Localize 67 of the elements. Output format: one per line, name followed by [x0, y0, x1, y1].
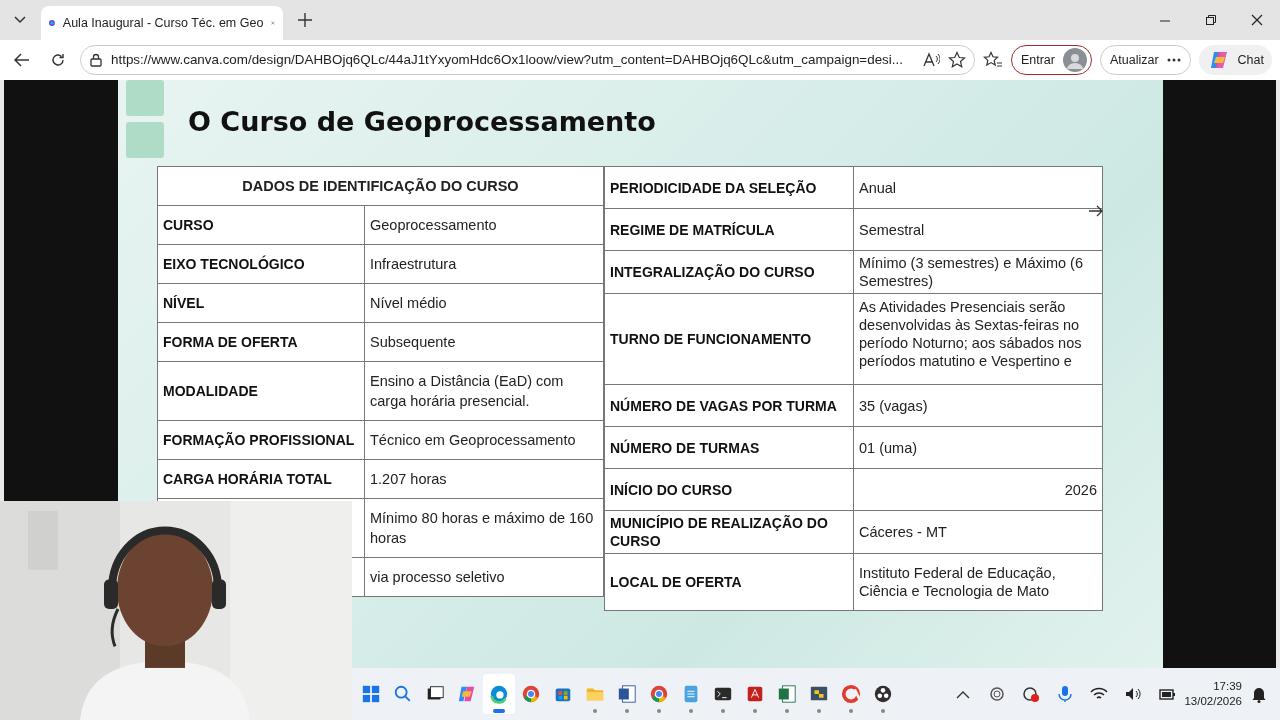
spreadsheet-icon: [777, 683, 797, 705]
table-cell: Semestral: [853, 208, 1103, 251]
row-label: MODALIDADE: [157, 361, 365, 421]
row-label: EIXO TECNOLÓGICO: [157, 244, 365, 284]
row-label: FORMA DE OFERTA: [157, 322, 365, 362]
record-icon[interactable]: [1022, 685, 1041, 703]
clock-time[interactable]: 17:39: [1184, 679, 1242, 694]
notification-bell-icon[interactable]: [1250, 685, 1268, 703]
row-label: LOCAL DE OFERTA: [604, 553, 854, 611]
dots-logo-icon: [873, 683, 893, 705]
table-heading: DADOS DE IDENTIFICAÇÃO DO CURSO: [157, 166, 604, 206]
table-cell: Ensino a Distância (EaD) com carga horária presencial.: [364, 361, 604, 421]
slide-title: O Curso de Geoprocessamento: [188, 105, 656, 139]
table-cell: Anual: [853, 166, 1103, 209]
read-aloud-icon[interactable]: [921, 52, 940, 68]
row-label: TURNO DE FUNCIONAMENTO: [604, 293, 854, 385]
table-cell: Geoprocessamento: [364, 205, 604, 245]
row-label: INTEGRALIZAÇÃO DO CURSO: [604, 250, 854, 294]
close-icon: [1251, 14, 1263, 26]
row-label: NÚMERO DE TURMAS: [604, 426, 854, 469]
table-cell: 01 (uma): [853, 426, 1103, 469]
row-label: NÚMERO DE VAGAS POR TURMA: [604, 384, 854, 427]
table-cell: via processo seletivo: [364, 557, 604, 597]
row-label: PERIODICIDADE DA SELEÇÃO: [604, 166, 854, 209]
table-cell: 2026: [853, 468, 1103, 511]
row-label: FORMAÇÃO PROFISSIONAL: [157, 420, 365, 460]
table-cell: Cáceres - MT: [853, 510, 1103, 554]
ring-icon[interactable]: [988, 685, 1007, 703]
row-label: INÍCIO DO CURSO: [604, 468, 854, 511]
table-cell: Infraestrutura: [364, 244, 604, 284]
table-cell: 35 (vagas): [853, 384, 1103, 427]
table-cell: Técnico em Geoprocessamento: [364, 420, 604, 460]
start-icon: [361, 683, 381, 705]
update-button[interactable]: Atualizar: [1099, 45, 1191, 75]
favorites-icon[interactable]: [982, 51, 1003, 69]
swirl-logo-icon: [489, 683, 509, 705]
plus-icon: [298, 13, 312, 27]
more-icon: [1166, 58, 1181, 62]
document-icon: [617, 683, 637, 705]
table-cell: Mínimo (3 semestres) e Máximo (6 Semestres): [853, 250, 1103, 294]
row-label: CURSO: [157, 205, 365, 245]
restore-icon: [1205, 14, 1217, 26]
chevron-down-icon: [14, 16, 26, 24]
chat-button[interactable]: Chat: [1198, 45, 1272, 75]
table-cell: As Atividades Presenciais serão desenvolvidas às Sextas-feiras no período Noturno; aos sábados nos períodos matutino e Vespertino e: [853, 293, 1103, 385]
lock-icon: [89, 53, 103, 67]
browser-tab[interactable]: Aula Inaugural - Curso Téc. em Geo: [41, 6, 283, 40]
table-cell: Nível médio: [364, 283, 604, 323]
table-cell: Subsequente: [364, 322, 604, 362]
row-label: MUNICÍPIO DE REALIZAÇÃO DO CURSO: [604, 510, 854, 554]
row-label: REGIME DE MATRÍCULA: [604, 208, 854, 251]
circle-logo-icon: [649, 683, 669, 705]
star-icon[interactable]: [947, 51, 966, 69]
reload-icon: [51, 53, 65, 67]
table-cell: Mínimo 80 horas e máximo de 160 horas: [364, 498, 604, 558]
clock-date[interactable]: 13/02/2026: [1184, 694, 1242, 709]
microphone-icon[interactable]: [1056, 685, 1075, 703]
ring-logo-icon: [841, 683, 861, 705]
back-arrow-icon: [14, 53, 30, 67]
row-label: CARGA HORÁRIA TOTAL: [157, 459, 365, 499]
table-cell: Instituto Federal de Educação, Ciência e Tecnologia de Mato: [853, 553, 1103, 611]
circle-logo-icon: [521, 683, 541, 705]
sign-in-button[interactable]: Entrar: [1010, 45, 1092, 75]
arrow-right-icon: [1088, 205, 1104, 217]
table-cell: 1.207 horas: [364, 459, 604, 499]
avatar-icon: [1062, 48, 1087, 72]
row-label: NÍVEL: [157, 283, 365, 323]
